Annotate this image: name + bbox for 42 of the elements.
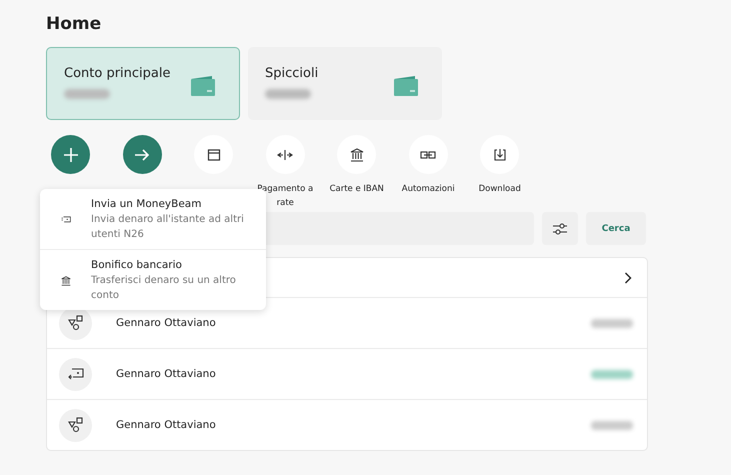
transaction-name: Gennaro Ottaviano [116,368,217,380]
menu-item-title: Bonifico bancario [91,258,183,273]
transaction-row[interactable]: Gennaro Ottaviano [47,348,647,399]
action-label: Pagamento a rate [256,183,314,210]
account-card[interactable]: Spiccioli [248,47,442,120]
blurred-balance [64,89,110,99]
transaction-row[interactable]: Gennaro Ottaviano [47,399,647,450]
page-title: Home [46,14,102,36]
action-button[interactable] [408,135,448,174]
menu-item-title: Invia un MoneyBeam [91,197,202,212]
filter-button[interactable] [542,212,578,245]
account-name: Conto principale [64,66,170,81]
bank-icon [61,274,71,288]
money-transfer-icon [68,367,84,381]
shapes-icon [68,417,84,433]
plus-icon [62,146,79,162]
download-icon [492,148,507,162]
account-name: Spiccioli [265,66,318,81]
filter-icon [552,222,568,236]
action-label: Carte e IBAN [328,183,385,196]
wallet-icon [393,74,419,96]
wallet-icon [190,74,216,96]
transaction-name: Gennaro Ottaviano [116,317,217,329]
menu-item-description: Invia denaro all'istante ad altri utenti N26 [91,213,245,242]
split-arrows-icon [277,148,294,160]
chevron-right-icon[interactable] [624,272,632,284]
action-button[interactable] [194,135,234,174]
action-button[interactable] [480,135,520,174]
action-button[interactable] [266,135,305,174]
action-button[interactable] [337,135,376,174]
transaction-name: Gennaro Ottaviano [116,419,217,431]
shapes-icon [68,315,84,331]
account-card[interactable]: Conto principale [46,47,240,120]
calendar-icon [206,148,221,162]
link-icon [420,150,436,160]
blurred-balance [265,89,311,99]
arrow-right-icon [134,146,150,162]
action-label: Download [478,183,522,196]
action-label: Automazioni [400,183,456,196]
menu-item[interactable]: Bonifico bancario Trasferisci denaro su un altro conto [40,249,266,310]
bank-icon [350,148,364,162]
search-button[interactable]: Cerca [586,212,646,245]
